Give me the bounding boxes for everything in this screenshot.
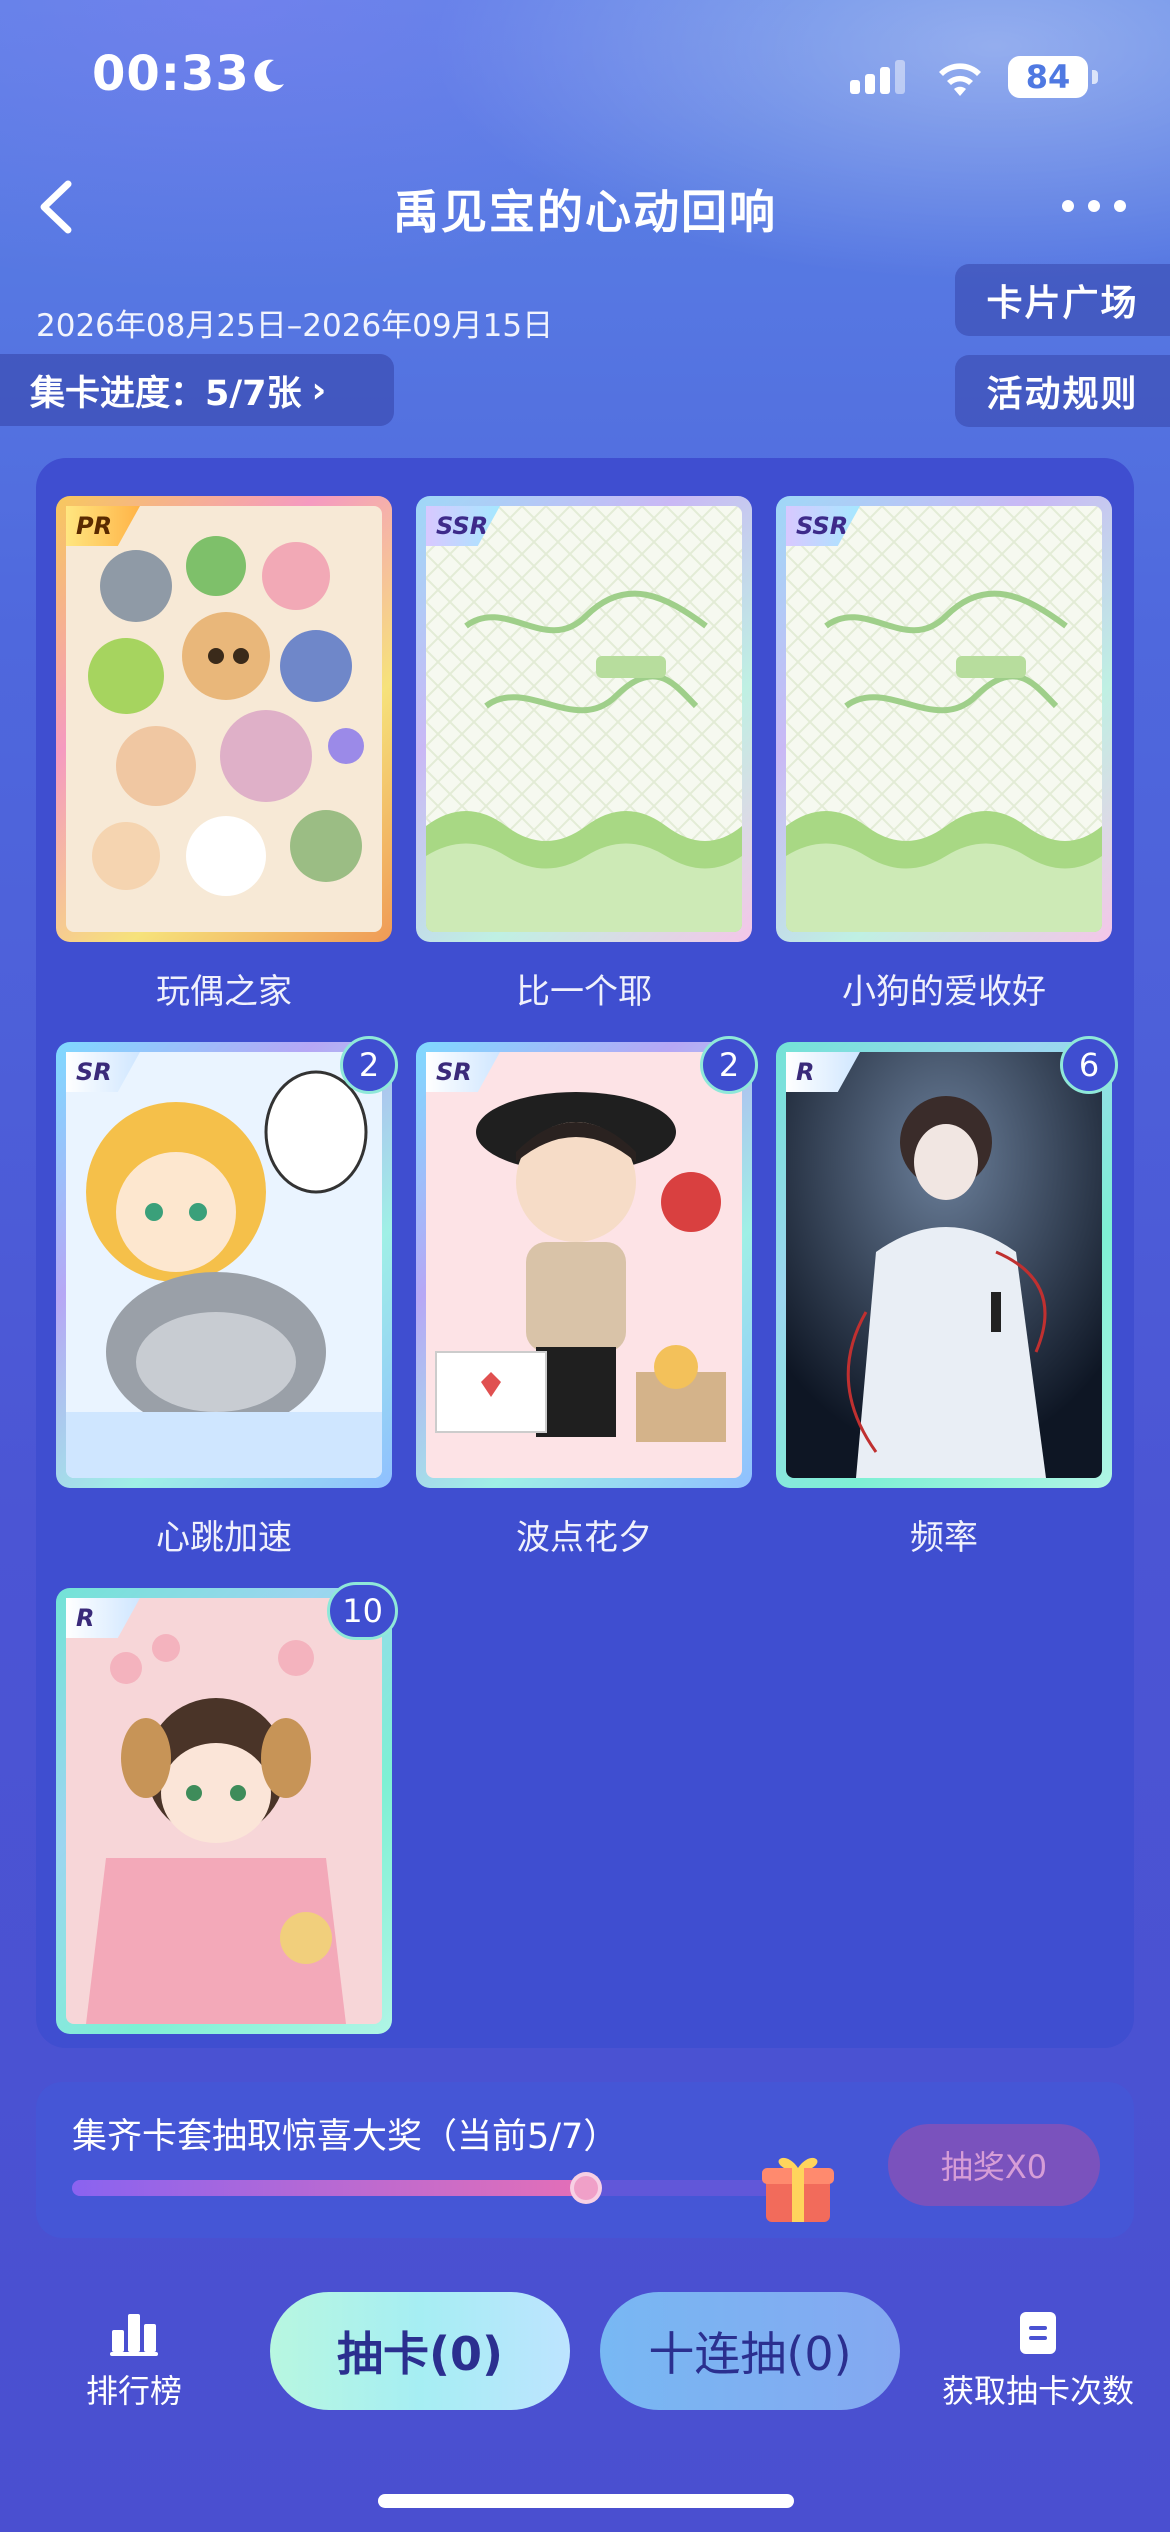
card-collection-panel: PR 玩偶之家 SSR 比一个耶 SSR 小狗的爱收好 SR 2 心跳加速 SR… [36,458,1134,2048]
document-icon [1020,2312,1056,2354]
ranking-label: 排行榜 [85,2372,182,2410]
card-count-badge: 2 [340,1036,398,1094]
card-frame[interactable]: SSR [416,496,752,942]
reward-progress-panel: 集齐卡套抽取惊喜大奖（当前5/7） 抽奖X0 [36,2082,1134,2238]
get-draw-chances-button[interactable]: 获取抽卡次数 [928,2310,1148,2412]
chevron-right-icon: › [311,369,327,411]
card-item[interactable]: R 10 [56,1582,398,2034]
reward-progress-bar [72,2172,792,2204]
card-name: 频率 [910,1518,978,1558]
card-artwork [66,1598,382,2024]
card-item[interactable]: R 6 频率 [776,1036,1118,1559]
activity-rules-button[interactable]: 活动规则 [955,355,1170,427]
gift-icon[interactable] [758,2146,838,2226]
card-item[interactable]: SR 2 波点花夕 [416,1036,758,1559]
card-artwork [426,506,742,932]
wifi-icon [939,63,981,96]
card-frame[interactable]: SR 2 [416,1036,758,1488]
card-item[interactable]: SR 2 心跳加速 [56,1036,398,1559]
reward-progress-knob [570,2172,603,2204]
card-name: 小狗的爱收好 [842,972,1046,1012]
ranking-icon [110,2314,158,2356]
card-item[interactable]: SSR 比一个耶 [416,496,752,1013]
card-artwork [786,1052,1102,1478]
card-artwork [426,1052,742,1478]
card-frame[interactable]: SSR [776,496,1112,942]
card-item[interactable]: PR 玩偶之家 [56,496,392,1013]
card-frame[interactable]: R 6 [776,1036,1118,1488]
card-frame[interactable]: SR 2 [56,1036,398,1488]
card-count-badge: 2 [700,1036,758,1094]
card-plaza-button[interactable]: 卡片广场 [955,264,1170,336]
cellular-signal-icon [850,60,905,94]
ten-draw-button[interactable]: 十连抽(0) [600,2292,900,2410]
more-icon[interactable] [1062,200,1126,216]
reward-progress-text: 集齐卡套抽取惊喜大奖（当前5/7） [72,2117,619,2157]
card-frame[interactable]: R 10 [56,1582,398,2034]
card-artwork [66,506,382,932]
card-artwork [786,506,1102,932]
status-bar: 00:33 84 [0,0,1170,150]
collection-progress-label: 集卡进度：5/7张 [30,373,302,414]
collection-progress-button[interactable]: 集卡进度：5/7张 › [0,354,394,426]
card-frame[interactable]: PR [56,496,392,942]
card-count-badge: 6 [1060,1036,1118,1094]
card-item[interactable]: SSR 小狗的爱收好 [776,496,1112,1013]
card-count-badge: 10 [327,1582,398,1640]
status-time: 00:33 [92,46,250,102]
home-indicator[interactable] [378,2494,794,2508]
reward-progress-fill [72,2180,587,2196]
card-name: 比一个耶 [516,972,652,1012]
moon-icon [254,59,284,92]
card-name: 玩偶之家 [156,972,292,1012]
card-artwork [66,1052,382,1478]
lottery-button[interactable]: 抽奖X0 [888,2124,1100,2206]
page-title: 禹见宝的心动回响 [393,185,777,239]
draw-card-button[interactable]: 抽卡(0) [270,2292,570,2410]
battery-indicator: 84 [1008,56,1098,98]
card-name: 心跳加速 [156,1518,292,1558]
card-name: 波点花夕 [516,1518,652,1558]
event-date-range: 2026年08月25日–2026年09月15日 [36,308,554,344]
ranking-button[interactable]: 排行榜 [64,2310,204,2412]
get-draw-chances-label: 获取抽卡次数 [941,2372,1134,2410]
